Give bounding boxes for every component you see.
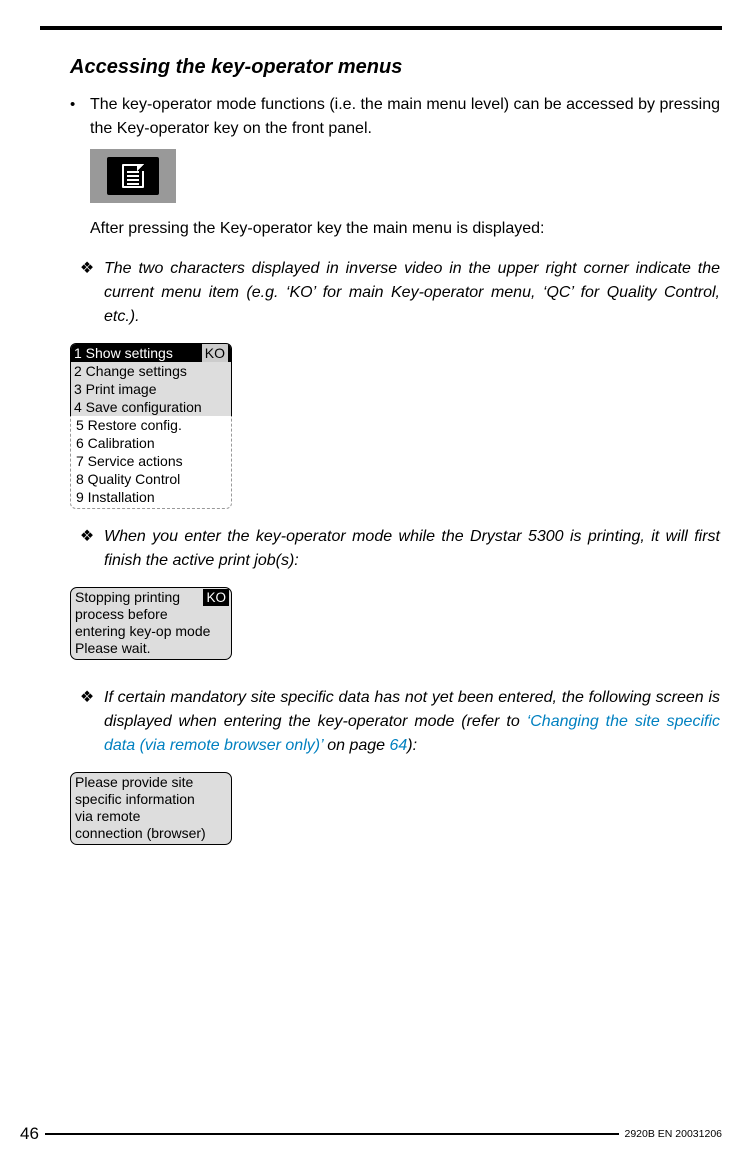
document-icon <box>122 164 144 188</box>
lcd2-line2: process before <box>73 606 229 623</box>
lcd2-ko-badge: KO <box>203 589 229 606</box>
lcd-sitedata-box: Please provide site specific information… <box>70 772 232 845</box>
menu-item-3: 3 Print image <box>71 380 231 398</box>
top-rule <box>40 26 722 30</box>
note-1: ❖ The two characters displayed in invers… <box>70 257 720 329</box>
page-number: 46 <box>20 1124 39 1144</box>
menu-item-1: 1 Show settings KO <box>71 344 231 362</box>
lcd-hidden: 5 Restore config. 6 Calibration 7 Servic… <box>70 416 232 509</box>
lcd-sitedata: Please provide site specific information… <box>70 772 720 845</box>
lcd-stopping: Stopping printing KO process before ente… <box>70 587 720 660</box>
section-heading: Accessing the key-operator menus <box>70 56 720 79</box>
note-mark-icon: ❖ <box>70 257 104 329</box>
after-press-text: After pressing the Key-operator key the … <box>90 217 720 241</box>
lcd2-line3: entering key-op mode <box>73 623 229 640</box>
note-3: ❖ If certain mandatory site specific dat… <box>70 686 720 758</box>
note-2: ❖ When you enter the key-operator mode w… <box>70 525 720 573</box>
menu-item-5: 5 Restore config. <box>71 416 231 434</box>
lcd2-line1: Stopping printing KO <box>73 589 229 606</box>
lcd-menu: 1 Show settings KO 2 Change settings 3 P… <box>70 343 720 509</box>
lcd3-line2: specific information <box>73 791 229 808</box>
note-2-text: When you enter the key-operator mode whi… <box>104 525 720 573</box>
key-icon-panel <box>107 157 159 195</box>
note-1-text: The two characters displayed in inverse … <box>104 257 720 329</box>
menu-item-2: 2 Change settings <box>71 362 231 380</box>
bullet-1: • The key-operator mode functions (i.e. … <box>70 93 720 141</box>
lcd-visible: 1 Show settings KO 2 Change settings 3 P… <box>70 343 232 417</box>
lcd-stopping-box: Stopping printing KO process before ente… <box>70 587 232 660</box>
menu-item-9: 9 Installation <box>71 488 231 506</box>
menu-item-7: 7 Service actions <box>71 452 231 470</box>
menu-item-6: 6 Calibration <box>71 434 231 452</box>
menu-item-4: 4 Save configuration <box>71 398 231 416</box>
lcd2-l1-text: Stopping printing <box>75 589 180 606</box>
menu-ko-badge: KO <box>202 344 228 362</box>
lcd3-line3: via remote <box>73 808 229 825</box>
note3-page-link[interactable]: 64 <box>390 737 408 754</box>
note-3-text: If certain mandatory site specific data … <box>104 686 720 758</box>
note-mark-icon: ❖ <box>70 686 104 758</box>
document-code: 2920B EN 20031206 <box>625 1128 723 1140</box>
lcd2-line4: Please wait. <box>73 640 229 657</box>
bullet-1-text: The key-operator mode functions (i.e. th… <box>90 93 720 141</box>
bullet-mark: • <box>70 93 90 141</box>
menu-item-1-label: 1 Show settings <box>74 344 173 362</box>
page-content: Accessing the key-operator menus • The k… <box>70 56 720 849</box>
footer-rule <box>45 1133 619 1134</box>
key-operator-key-icon <box>90 149 176 203</box>
note3-mid: on page <box>323 737 390 754</box>
lcd3-line1: Please provide site <box>73 774 229 791</box>
lcd3-line4: connection (browser) <box>73 825 229 842</box>
footer: 46 2920B EN 20031206 <box>20 1124 722 1144</box>
note3-post: ): <box>407 737 417 754</box>
note-mark-icon: ❖ <box>70 525 104 573</box>
menu-item-8: 8 Quality Control <box>71 470 231 488</box>
